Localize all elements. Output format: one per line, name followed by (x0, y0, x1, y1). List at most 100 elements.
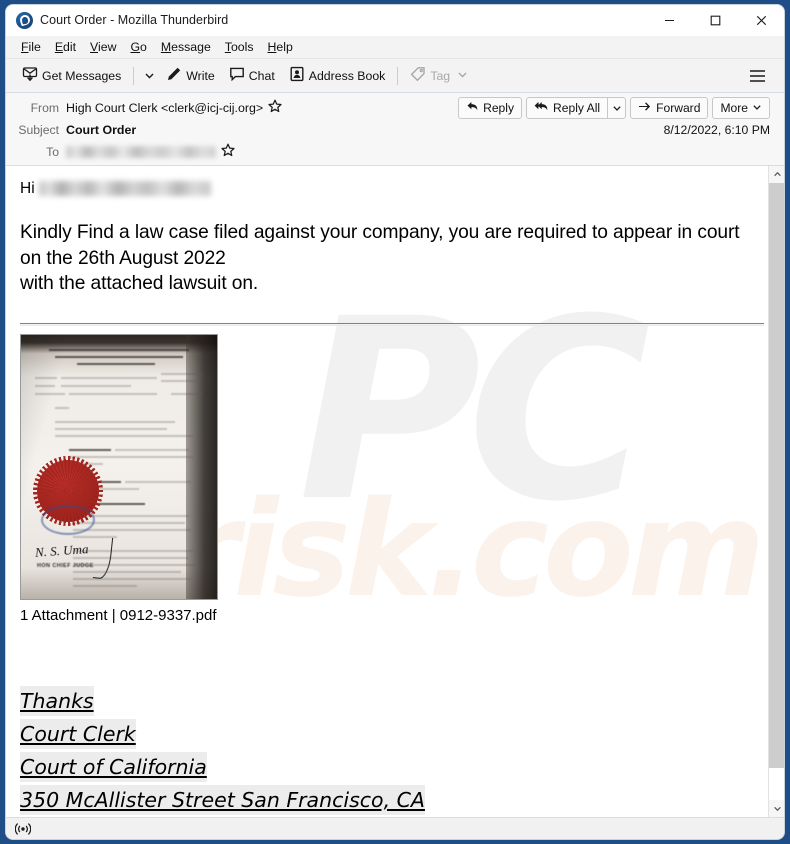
minimize-button[interactable] (646, 5, 692, 36)
to-star-icon[interactable] (221, 143, 235, 162)
broadcast-connection-icon[interactable] (14, 822, 32, 840)
address-book-button[interactable]: Address Book (282, 63, 393, 89)
get-messages-button[interactable]: Get Messages (15, 63, 128, 89)
greeting-line: Hi (20, 180, 750, 198)
reply-button[interactable]: Reply (458, 97, 523, 119)
message-header: From High Court Clerk <clerk@icj-cij.org… (6, 93, 784, 166)
menu-edit[interactable]: Edit (48, 38, 83, 56)
more-button[interactable]: More (712, 97, 770, 119)
to-row: To (6, 141, 784, 163)
chevron-down-icon (612, 106, 621, 111)
chevron-down-icon (458, 72, 467, 78)
hamburger-menu-icon (749, 69, 765, 82)
signature-line-1: Court Clerk (20, 718, 136, 749)
reply-arrow-icon (466, 100, 479, 116)
menu-message[interactable]: Message (154, 38, 218, 56)
email-signature-block: Thanks Court Clerk Court of California 3… (20, 685, 750, 818)
to-value-redacted[interactable] (66, 146, 216, 158)
reply-label: Reply (483, 101, 515, 115)
signature-row-1: Court Clerk (20, 718, 750, 752)
forward-button[interactable]: Forward (630, 97, 709, 119)
download-message-icon (22, 66, 38, 85)
status-bar (6, 817, 784, 839)
address-book-icon (289, 66, 305, 85)
court-document-photo: N. S. Uma HON CHIEF JUDGE (21, 334, 217, 599)
message-paragraph: Kindly Find a law case filed against you… (20, 222, 740, 294)
chevron-down-icon (773, 806, 781, 812)
signature-line-0: Thanks (20, 685, 94, 716)
maximize-button[interactable] (692, 5, 738, 36)
menu-help[interactable]: Help (261, 38, 300, 56)
get-messages-label: Get Messages (42, 68, 122, 83)
window-controls (646, 5, 784, 36)
attachment-label[interactable]: 1 Attachment | 0912-9337.pdf (20, 607, 750, 624)
title-bar: Court Order - Mozilla Thunderbird (6, 5, 784, 36)
chat-button[interactable]: Chat (222, 63, 282, 89)
reply-all-button[interactable]: Reply All (526, 97, 608, 119)
more-label: More (720, 101, 748, 115)
reply-all-split-button: Reply All (526, 97, 627, 119)
menu-view[interactable]: View (83, 38, 123, 56)
greeting-prefix: Hi (20, 180, 35, 197)
tag-button[interactable]: Tag (403, 63, 475, 89)
more-dropdown-caret (752, 101, 762, 115)
window-title: Court Order - Mozilla Thunderbird (40, 13, 229, 27)
greeting-redacted-email (38, 181, 211, 197)
scroll-down-button[interactable] (769, 800, 784, 817)
toolbar-separator-1 (133, 66, 135, 85)
body-vertical-scrollbar[interactable] (768, 166, 784, 817)
thunderbird-logo-icon (16, 11, 33, 29)
scroll-up-button[interactable] (769, 166, 784, 183)
message-actions: Reply Reply All Forward More (458, 97, 776, 119)
signature-line-2: Court of California (20, 751, 207, 782)
subject-value: Court Order (66, 123, 137, 137)
app-menu-button[interactable] (744, 63, 770, 89)
tag-icon (410, 66, 426, 85)
chevron-down-icon (753, 105, 761, 110)
horizontal-rule (20, 322, 764, 326)
message-body-content: Hi Kindly Find a law case filed against … (6, 166, 768, 817)
signature-row-2: Court of California (20, 751, 750, 785)
message-date: 8/12/2022, 6:10 PM (663, 123, 770, 137)
signature-row-0: Thanks (20, 685, 750, 719)
reply-all-dropdown[interactable] (607, 97, 627, 119)
get-messages-dropdown[interactable] (139, 63, 159, 89)
forward-arrow-icon (638, 100, 652, 116)
signature-row-3: 350 McAllister Street San Francisco, CA (20, 784, 750, 818)
menu-bar: File Edit View Go Message Tools Help (6, 36, 784, 59)
tag-label: Tag (430, 68, 451, 83)
from-star-icon[interactable] (268, 99, 282, 118)
subject-label: Subject (18, 123, 59, 137)
forward-label: Forward (656, 101, 701, 115)
reply-all-label: Reply All (553, 101, 601, 115)
thunderbird-window: Court Order - Mozilla Thunderbird File E… (6, 5, 784, 839)
main-toolbar: Get Messages Write Chat Address Book Tag (6, 59, 784, 93)
toolbar-separator-2 (397, 66, 399, 85)
pencil-icon (166, 66, 182, 85)
chevron-up-icon (773, 171, 781, 177)
chevron-down-icon (145, 73, 154, 79)
blue-stamp-icon (41, 504, 95, 535)
chat-label: Chat (248, 68, 275, 83)
from-label: From (30, 101, 59, 115)
subject-row: Subject Court Order 8/12/2022, 6:10 PM (6, 119, 784, 141)
write-label: Write (186, 68, 215, 83)
attachment-thumbnail[interactable]: N. S. Uma HON CHIEF JUDGE (20, 333, 218, 600)
menu-file[interactable]: File (14, 38, 48, 56)
menu-tools[interactable]: Tools (218, 38, 261, 56)
close-button[interactable] (738, 5, 784, 36)
menu-go[interactable]: Go (123, 38, 153, 56)
from-row: From High Court Clerk <clerk@icj-cij.org… (6, 97, 784, 119)
to-label: To (46, 145, 59, 159)
scrollbar-thumb[interactable] (769, 183, 784, 768)
tag-dropdown-caret[interactable] (457, 69, 468, 83)
judge-title: HON CHIEF JUDGE (37, 562, 94, 569)
from-value[interactable]: High Court Clerk <clerk@icj-cij.org> (66, 101, 263, 115)
address-book-label: Address Book (308, 68, 386, 83)
message-body-pane: PC risk.com Hi Kindly Find a law case fi… (6, 166, 784, 817)
write-button[interactable]: Write (159, 63, 221, 89)
chat-bubble-icon (229, 66, 245, 85)
signature-hook-mark (92, 535, 114, 580)
reply-all-arrow-icon (534, 100, 549, 116)
judge-signature: N. S. Uma (34, 540, 89, 560)
